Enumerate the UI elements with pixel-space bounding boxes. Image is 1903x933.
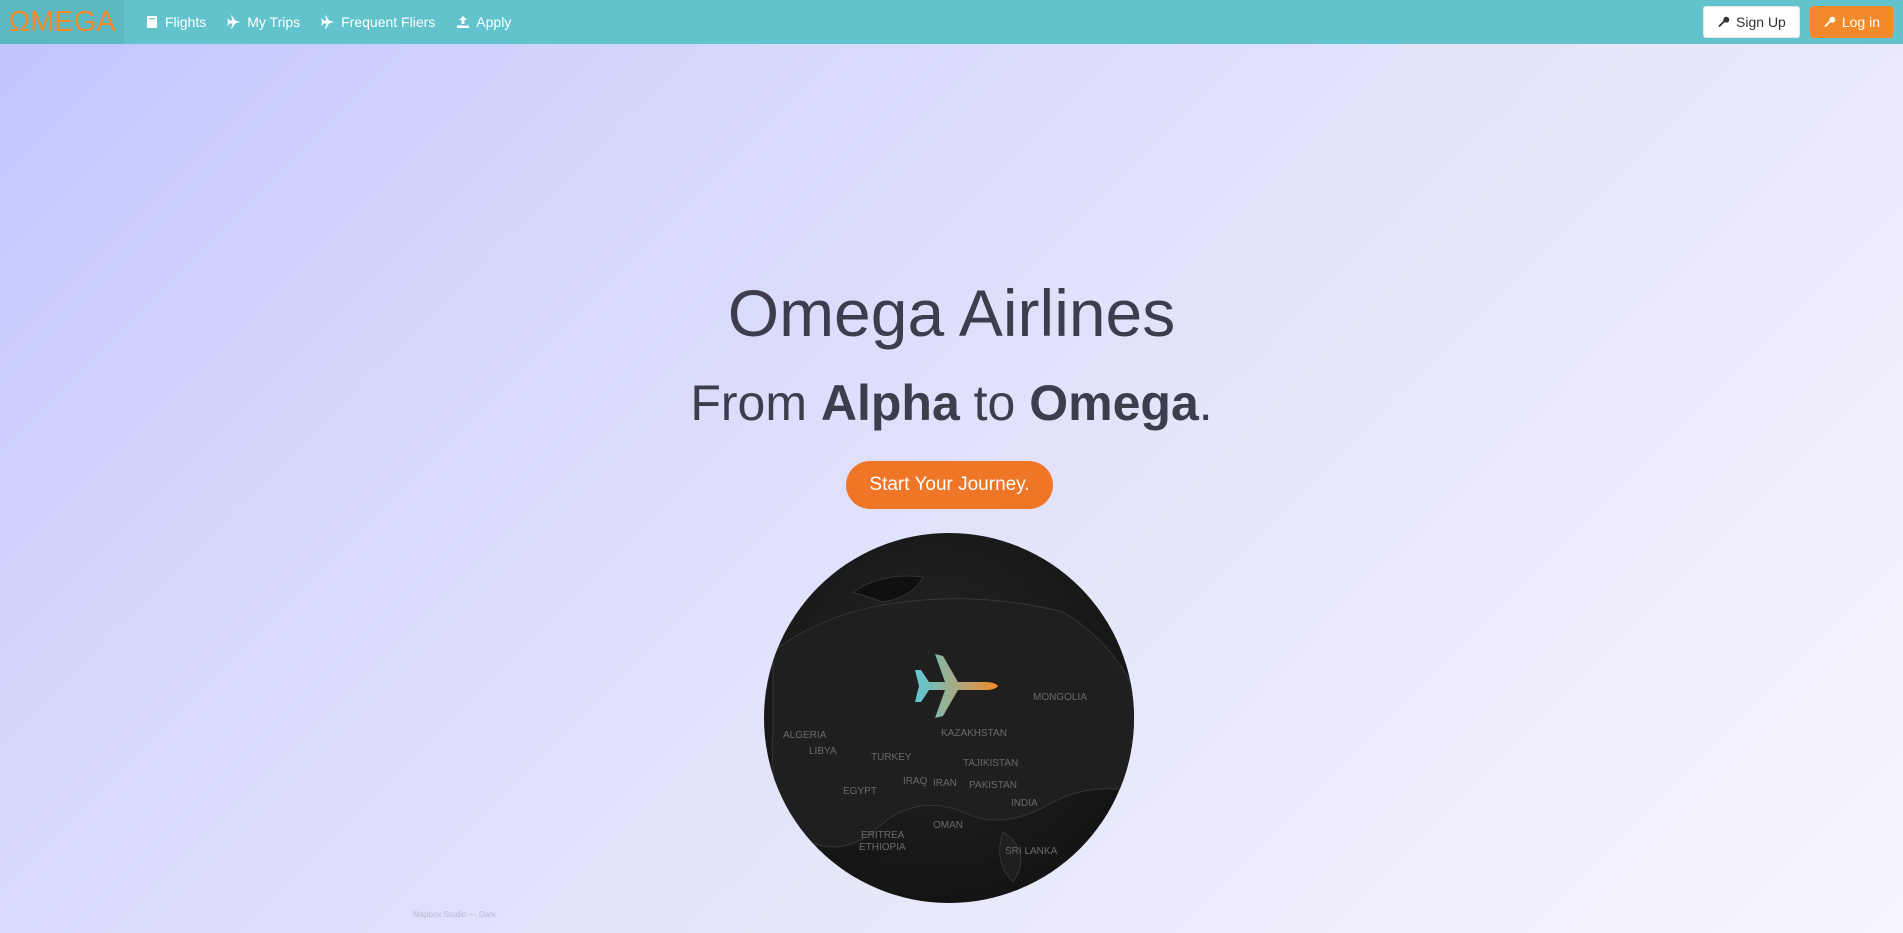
nav-item-label: Flights [165,14,207,30]
subtitle-suffix: . [1198,375,1213,431]
nav-item-frequent-fliers[interactable]: Frequent Fliers [321,14,435,30]
nav-item-flights[interactable]: Flights [145,14,206,30]
map-label: PAKISTAN [969,780,1017,791]
map-attribution[interactable]: Mapbox Studio — Dark [413,910,496,919]
sign-up-button[interactable]: Sign Up [1703,6,1800,38]
hero-title: Omega Airlines [727,276,1176,350]
plane-icon [227,15,241,29]
brand-logo[interactable]: ΩMEGA [0,0,124,44]
globe-map[interactable]: KAZAKHSTAN TURKEY TAJIKISTAN IRAQ IRAN P… [763,532,1135,904]
map-label: LIBYA [809,746,837,757]
log-in-label: Log in [1841,14,1880,30]
subtitle-prefix: From [690,375,821,431]
map-label: OMAN [933,820,963,831]
map-label: MONGOLIA [1033,692,1087,703]
top-navbar: ΩMEGA Flights My Trips Frequent Fliers A… [0,0,1903,44]
start-journey-label: Start Your Journey. [869,474,1030,495]
map-label: ERITREA [861,830,905,841]
nav-item-label: Frequent Fliers [341,14,436,30]
subtitle-alpha: Alpha [820,375,960,431]
log-in-button[interactable]: Log in [1809,6,1893,38]
map-label: SRI LANKA [1005,846,1058,857]
key-icon [1718,16,1730,27]
nav-item-apply[interactable]: Apply [456,14,511,30]
map-label: KAZAKHSTAN [941,728,1007,739]
sign-up-label: Sign Up [1736,14,1786,30]
key-icon [1824,16,1836,27]
plane-icon [321,15,335,29]
map-label: TAJIKISTAN [963,758,1018,769]
auth-buttons: Sign Up Log in [1703,6,1893,38]
upload-icon [457,16,470,28]
map-label: IRAN [933,778,957,789]
start-journey-button[interactable]: Start Your Journey. [846,461,1053,509]
nav-item-label: My Trips [247,14,301,30]
book-icon [147,16,157,28]
map-label: EGYPT [843,786,877,797]
brand-logo-text: ΩMEGA [8,5,116,38]
subtitle-omega: Omega [1029,375,1199,431]
subtitle-mid: to [959,375,1030,431]
map-label: ETHIOPIA [859,842,906,853]
map-label: IRAQ [903,776,928,787]
map-label: TURKEY [871,752,912,763]
map-label: INDIA [1011,798,1038,809]
hero-subtitle: From Alpha to Omega. [0,374,1903,432]
nav-item-label: Apply [476,14,512,30]
map-label: ALGERIA [783,730,827,741]
nav-item-my-trips[interactable]: My Trips [227,14,300,30]
